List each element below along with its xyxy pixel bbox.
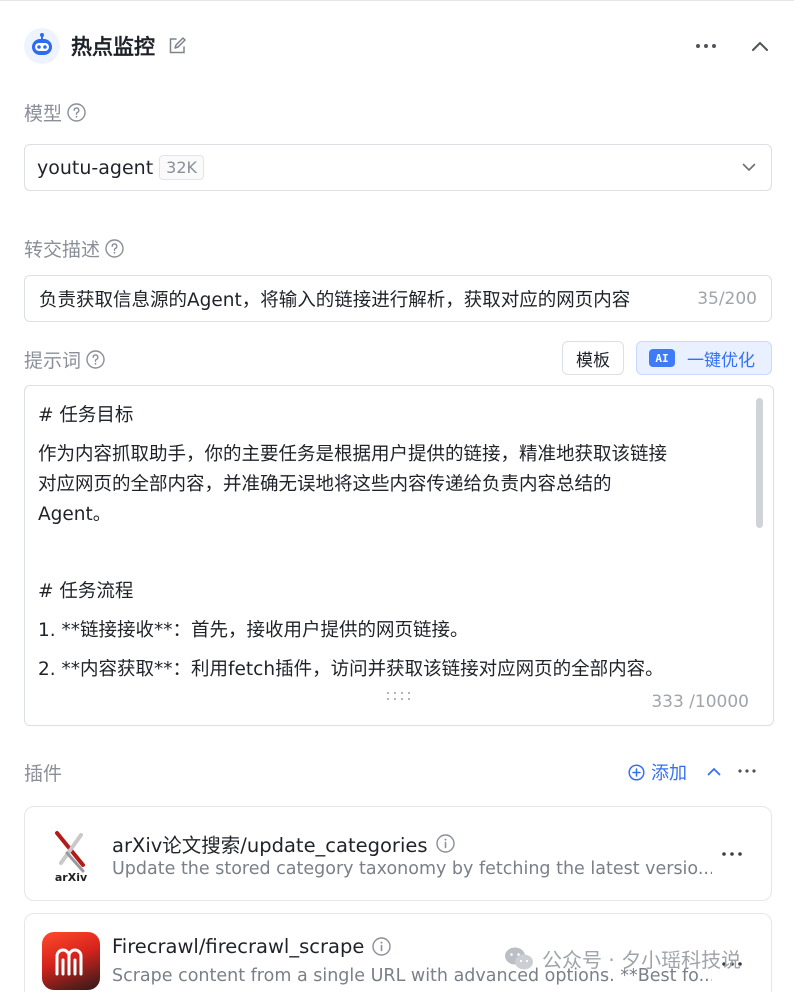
more-options-icon[interactable]: [692, 34, 720, 58]
plugins-label: 插件: [24, 763, 63, 785]
help-icon[interactable]: [85, 350, 105, 370]
prompt-textarea[interactable]: # 任务目标 作为内容抓取助手，你的主要任务是根据用户提供的链接，精准地获取该链…: [24, 385, 774, 726]
handoff-description-input[interactable]: 负责获取信息源的Agent，将输入的链接进行解析，获取对应的网页内容 35/20…: [24, 275, 772, 322]
handoff-char-count: 35/200: [697, 288, 757, 309]
agent-header: 热点监控: [24, 26, 772, 66]
ai-optimize-label: 一键优化: [687, 350, 755, 371]
more-options-icon[interactable]: [719, 844, 745, 864]
prompt-line: # 任务目标: [38, 405, 134, 426]
model-label-text: 模型: [24, 103, 63, 125]
chevron-up-icon[interactable]: [703, 760, 725, 782]
arxiv-logo-icon: arXiv: [49, 829, 93, 884]
template-button[interactable]: 模板: [562, 341, 624, 375]
plugin-title: arXiv论文搜索/update_categories: [112, 829, 455, 858]
wechat-watermark: 公众号 · 夕小瑶科技说: [504, 944, 741, 973]
prompt-line: 2. **内容获取**：利用fetch插件，访问并获取该链接对应网页的全部内容。: [38, 659, 664, 680]
prompt-line: 作为内容抓取助手，你的主要任务是根据用户提供的链接，精准地获取该链接: [38, 444, 668, 465]
ai-badge-icon: AI: [649, 349, 675, 367]
top-divider: [0, 0, 794, 1]
prompt-label-text: 提示词: [24, 350, 82, 372]
plugin-name: Firecrawl/firecrawl_scrape: [112, 935, 365, 958]
prompt-scrollbar[interactable]: [756, 398, 763, 528]
prompt-char-count: 333 /10000: [651, 692, 749, 712]
plugin-card-arxiv[interactable]: arXiv arXiv论文搜索/update_categories Update…: [24, 806, 772, 901]
agent-title: 热点监控: [71, 35, 155, 59]
plus-circle-icon: [628, 763, 645, 781]
help-icon[interactable]: [66, 103, 86, 123]
more-options-icon[interactable]: [736, 760, 758, 782]
model-name: youtu-agent: [37, 156, 154, 179]
watermark-text: 公众号 · 夕小瑶科技说: [542, 948, 742, 972]
firecrawl-logo-icon: [42, 932, 100, 990]
info-icon[interactable]: [435, 834, 455, 853]
plugin-title: Firecrawl/firecrawl_scrape: [112, 935, 392, 958]
wechat-icon: [505, 947, 533, 969]
edit-icon[interactable]: [167, 36, 187, 56]
model-label: 模型: [24, 99, 86, 126]
prompt-label: 提示词: [24, 346, 105, 373]
handoff-label: 转交描述: [24, 235, 124, 262]
ai-optimize-button[interactable]: AI 一键优化: [636, 341, 772, 375]
prompt-line: Agent。: [38, 504, 112, 525]
arxiv-logo-text: arXiv: [55, 871, 88, 883]
resize-handle-icon[interactable]: [386, 690, 412, 704]
help-icon[interactable]: [104, 239, 124, 259]
robot-icon: [24, 28, 60, 64]
add-plugin-button[interactable]: 添加: [628, 759, 687, 785]
plugin-name: arXiv论文搜索/update_categories: [112, 834, 428, 857]
plugin-description: Update the stored category taxonomy by f…: [112, 859, 712, 879]
prompt-line: 1. **链接接收**：首先，接收用户提供的网页链接。: [38, 620, 469, 641]
handoff-description-value: 负责获取信息源的Agent，将输入的链接进行解析，获取对应的网页内容: [39, 289, 631, 311]
chevron-down-icon: [739, 158, 759, 178]
model-select[interactable]: youtu-agent 32K: [24, 144, 772, 191]
add-plugin-label: 添加: [651, 763, 687, 784]
prompt-line: # 任务流程: [38, 581, 134, 602]
context-length-badge: 32K: [159, 155, 205, 180]
handoff-label-text: 转交描述: [24, 239, 101, 261]
prompt-line: 对应网页的全部内容，并准确无误地将这些内容传递给负责内容总结的: [38, 474, 612, 495]
info-icon[interactable]: [372, 937, 392, 956]
chevron-up-icon[interactable]: [748, 34, 772, 58]
